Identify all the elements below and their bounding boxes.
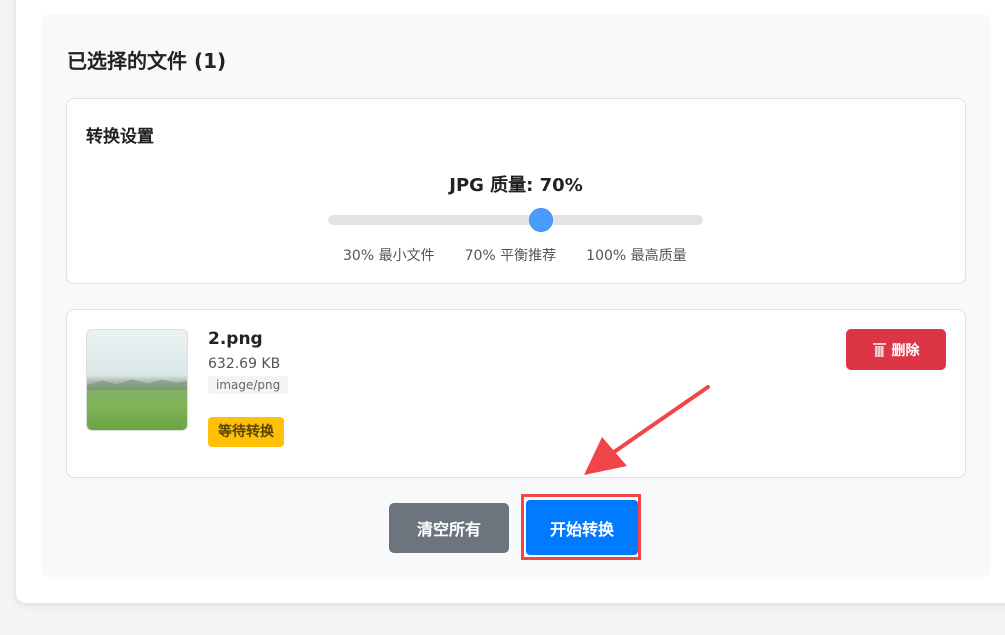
conversion-settings: 转换设置 JPG 质量: 70% 30% 最小文件 70% 平衡推荐 100% … bbox=[66, 98, 966, 284]
quality-slider[interactable] bbox=[328, 208, 703, 232]
delete-label: 删除 bbox=[891, 342, 920, 359]
file-type-badge: image/png bbox=[208, 376, 289, 394]
quality-slider-thumb[interactable] bbox=[528, 208, 553, 232]
trash-icon bbox=[872, 342, 886, 357]
file-thumbnail bbox=[86, 329, 188, 431]
slider-mark-min: 30% 最小文件 bbox=[343, 248, 435, 264]
slider-mark-mid: 70% 平衡推荐 bbox=[464, 248, 557, 264]
settings-title: 转换设置 bbox=[86, 127, 154, 147]
slider-mark-max: 100% 最高质量 bbox=[586, 248, 687, 264]
file-item: 2.png 632.69 KB image/png 等待转换 删除 bbox=[66, 309, 966, 478]
file-size: 632.69 KB bbox=[208, 356, 281, 372]
status-badge: 等待转换 bbox=[208, 417, 284, 447]
file-name: 2.png bbox=[208, 329, 263, 349]
slider-marks: 30% 最小文件 70% 平衡推荐 100% 最高质量 bbox=[343, 245, 687, 265]
thumbnail-hills bbox=[87, 379, 187, 390]
clear-all-button[interactable]: 清空所有 bbox=[389, 503, 509, 553]
page-title: 已选择的文件 (1) bbox=[67, 49, 227, 73]
quality-label: JPG 质量: 70% bbox=[449, 175, 583, 196]
delete-button[interactable]: 删除 bbox=[846, 329, 946, 370]
start-convert-button[interactable]: 开始转换 bbox=[526, 500, 638, 555]
